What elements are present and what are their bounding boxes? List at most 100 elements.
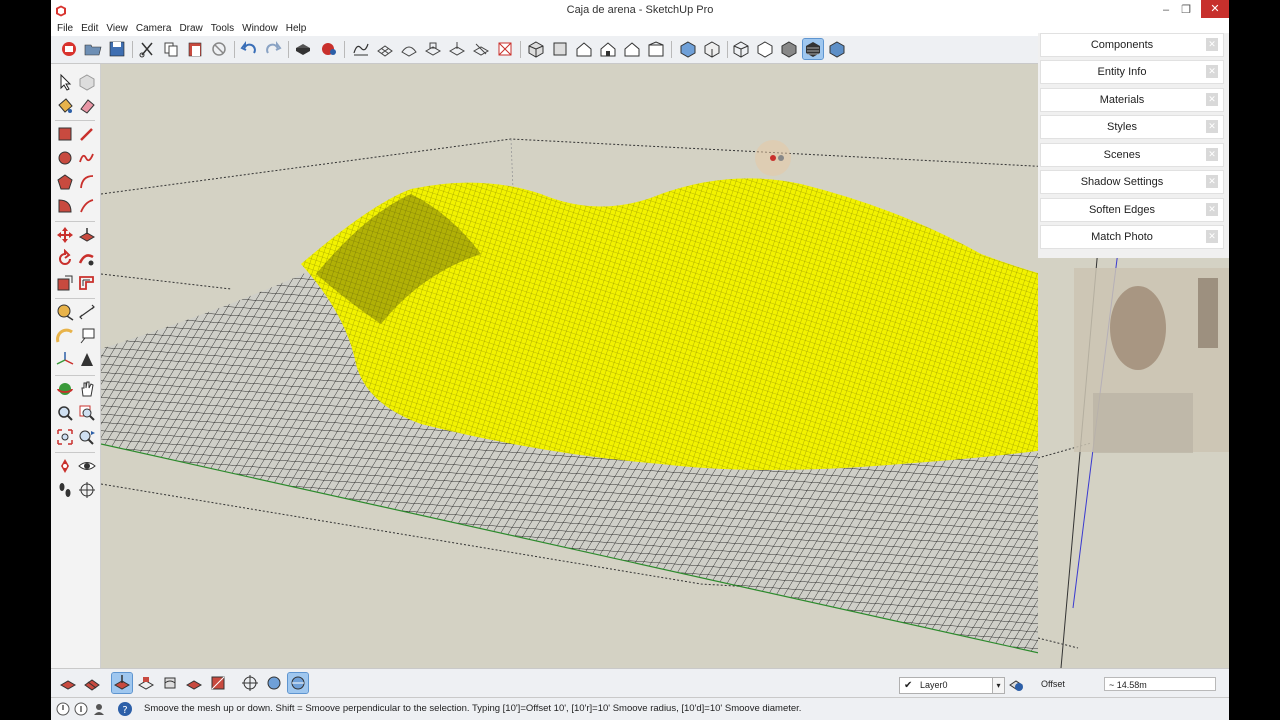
erase-icon[interactable] — [209, 39, 229, 59]
rectangle-icon[interactable] — [55, 124, 75, 144]
circle-icon[interactable] — [55, 148, 75, 168]
close-icon[interactable]: ✕ — [1206, 93, 1218, 106]
shaded-with-textures-icon[interactable] — [802, 38, 824, 60]
flip-edge-icon[interactable] — [495, 39, 515, 59]
dimension-icon[interactable] — [77, 302, 97, 322]
new-model-icon[interactable] — [59, 39, 79, 59]
help-icon[interactable]: ? — [117, 701, 133, 717]
layer-manager-icon[interactable] — [1007, 675, 1025, 693]
freehand-icon[interactable] — [77, 148, 97, 168]
hidden-line-icon[interactable] — [755, 39, 775, 59]
close-icon[interactable]: ✕ — [1206, 120, 1218, 133]
iso-view-icon[interactable] — [526, 39, 546, 59]
text-tool-icon[interactable] — [77, 326, 97, 346]
add-detail-small-icon[interactable] — [184, 673, 204, 693]
make-component-icon[interactable] — [77, 72, 97, 92]
front-view-icon[interactable] — [574, 39, 594, 59]
smoove-icon[interactable] — [399, 39, 419, 59]
stamp-small-icon[interactable] — [136, 673, 156, 693]
previous-view-icon[interactable] — [77, 427, 97, 447]
close-icon[interactable]: ✕ — [1206, 175, 1218, 188]
measurements-input[interactable]: ~ 14.58m — [1104, 677, 1216, 691]
open-folder-icon[interactable] — [83, 39, 103, 59]
restore-icon[interactable]: ❐ — [1176, 3, 1196, 17]
menu-window[interactable]: Window — [238, 22, 282, 36]
menu-camera[interactable]: Camera — [132, 22, 176, 36]
menu-view[interactable]: View — [102, 22, 132, 36]
sandbox-terrain-canvas[interactable] — [101, 64, 1039, 668]
minimize-icon[interactable]: – — [1156, 3, 1176, 17]
undo-icon[interactable] — [239, 39, 259, 59]
copy-icon[interactable] — [161, 39, 181, 59]
menu-help[interactable]: Help — [282, 22, 311, 36]
offset-icon[interactable] — [77, 273, 97, 293]
position-camera-icon[interactable] — [55, 456, 75, 476]
wireframe-icon[interactable] — [731, 39, 751, 59]
close-window-icon[interactable]: ✕ — [1201, 0, 1229, 18]
menu-edit[interactable]: Edit — [77, 22, 102, 36]
credits-icon[interactable] — [73, 701, 89, 717]
three-point-arc-icon[interactable] — [77, 196, 97, 216]
section-plane-icon[interactable] — [77, 480, 97, 500]
tray-soften-edges[interactable]: Soften Edges ✕ — [1040, 198, 1224, 222]
rotate-icon[interactable] — [55, 249, 75, 269]
redo-icon[interactable] — [263, 39, 283, 59]
add-detail-icon[interactable] — [471, 39, 491, 59]
position-camera-small-icon[interactable] — [240, 673, 260, 693]
monochrome-icon[interactable] — [827, 39, 847, 59]
axes-icon[interactable] — [55, 350, 75, 370]
print-icon[interactable] — [293, 39, 313, 59]
sandbox-from-contours-icon[interactable] — [351, 39, 371, 59]
tray-entity-info[interactable]: Entity Info ✕ — [1040, 60, 1224, 84]
layer-dropdown[interactable]: ✔ Layer0 ▾ — [899, 677, 1005, 694]
zoom-icon[interactable] — [55, 403, 75, 423]
walk-footprints-icon[interactable] — [55, 480, 75, 500]
look-around-eye-icon[interactable] — [77, 456, 97, 476]
push-pull-icon[interactable] — [77, 225, 97, 245]
user-account-icon[interactable] — [91, 701, 107, 717]
tray-shadow-settings[interactable]: Shadow Settings ✕ — [1040, 170, 1224, 194]
paste-icon[interactable] — [185, 39, 205, 59]
tray-components[interactable]: Components ✕ — [1040, 33, 1224, 57]
follow-me-icon[interactable] — [77, 249, 97, 269]
tray-materials[interactable]: Materials ✕ — [1040, 88, 1224, 112]
zoom-window-icon[interactable] — [77, 403, 97, 423]
arc-icon[interactable] — [77, 172, 97, 192]
look-around-small-icon[interactable] — [287, 672, 309, 694]
sandbox-from-scratch-icon[interactable] — [375, 39, 395, 59]
menu-tools[interactable]: Tools — [207, 22, 238, 36]
protractor-icon[interactable] — [55, 326, 75, 346]
xray-icon[interactable] — [678, 39, 698, 59]
walk-small-icon[interactable] — [264, 673, 284, 693]
close-icon[interactable]: ✕ — [1206, 230, 1218, 243]
tray-styles[interactable]: Styles ✕ — [1040, 115, 1224, 139]
pan-hand-icon[interactable] — [77, 379, 97, 399]
menu-draw[interactable]: Draw — [175, 22, 206, 36]
back-edges-icon[interactable] — [702, 39, 722, 59]
tray-scenes[interactable]: Scenes ✕ — [1040, 143, 1224, 167]
drape-icon[interactable] — [447, 39, 467, 59]
back-view-icon[interactable] — [622, 39, 642, 59]
top-view-icon[interactable] — [550, 39, 570, 59]
flip-edge-small-icon[interactable] — [208, 673, 228, 693]
geolocation-icon[interactable] — [55, 701, 71, 717]
model-info-icon[interactable] — [319, 39, 339, 59]
scale-icon[interactable] — [55, 273, 75, 293]
drape-small-icon[interactable] — [160, 673, 180, 693]
pie-icon[interactable] — [55, 196, 75, 216]
cut-icon[interactable] — [137, 39, 157, 59]
stamp-icon[interactable] — [423, 39, 443, 59]
smoove-active-icon[interactable] — [111, 672, 133, 694]
eraser-icon[interactable] — [77, 96, 97, 116]
tray-match-photo[interactable]: Match Photo ✕ — [1040, 225, 1224, 249]
close-icon[interactable]: ✕ — [1206, 148, 1218, 161]
select-arrow-icon[interactable] — [55, 72, 75, 92]
paint-bucket-icon[interactable] — [55, 96, 75, 116]
sandbox-from-scratch-small-icon[interactable] — [82, 673, 102, 693]
close-icon[interactable]: ✕ — [1206, 65, 1218, 78]
3d-viewport[interactable] — [101, 64, 1039, 668]
3d-text-icon[interactable] — [77, 350, 97, 370]
shaded-icon[interactable] — [779, 39, 799, 59]
sandbox-from-contours-small-icon[interactable] — [58, 673, 78, 693]
line-pencil-icon[interactable] — [77, 124, 97, 144]
